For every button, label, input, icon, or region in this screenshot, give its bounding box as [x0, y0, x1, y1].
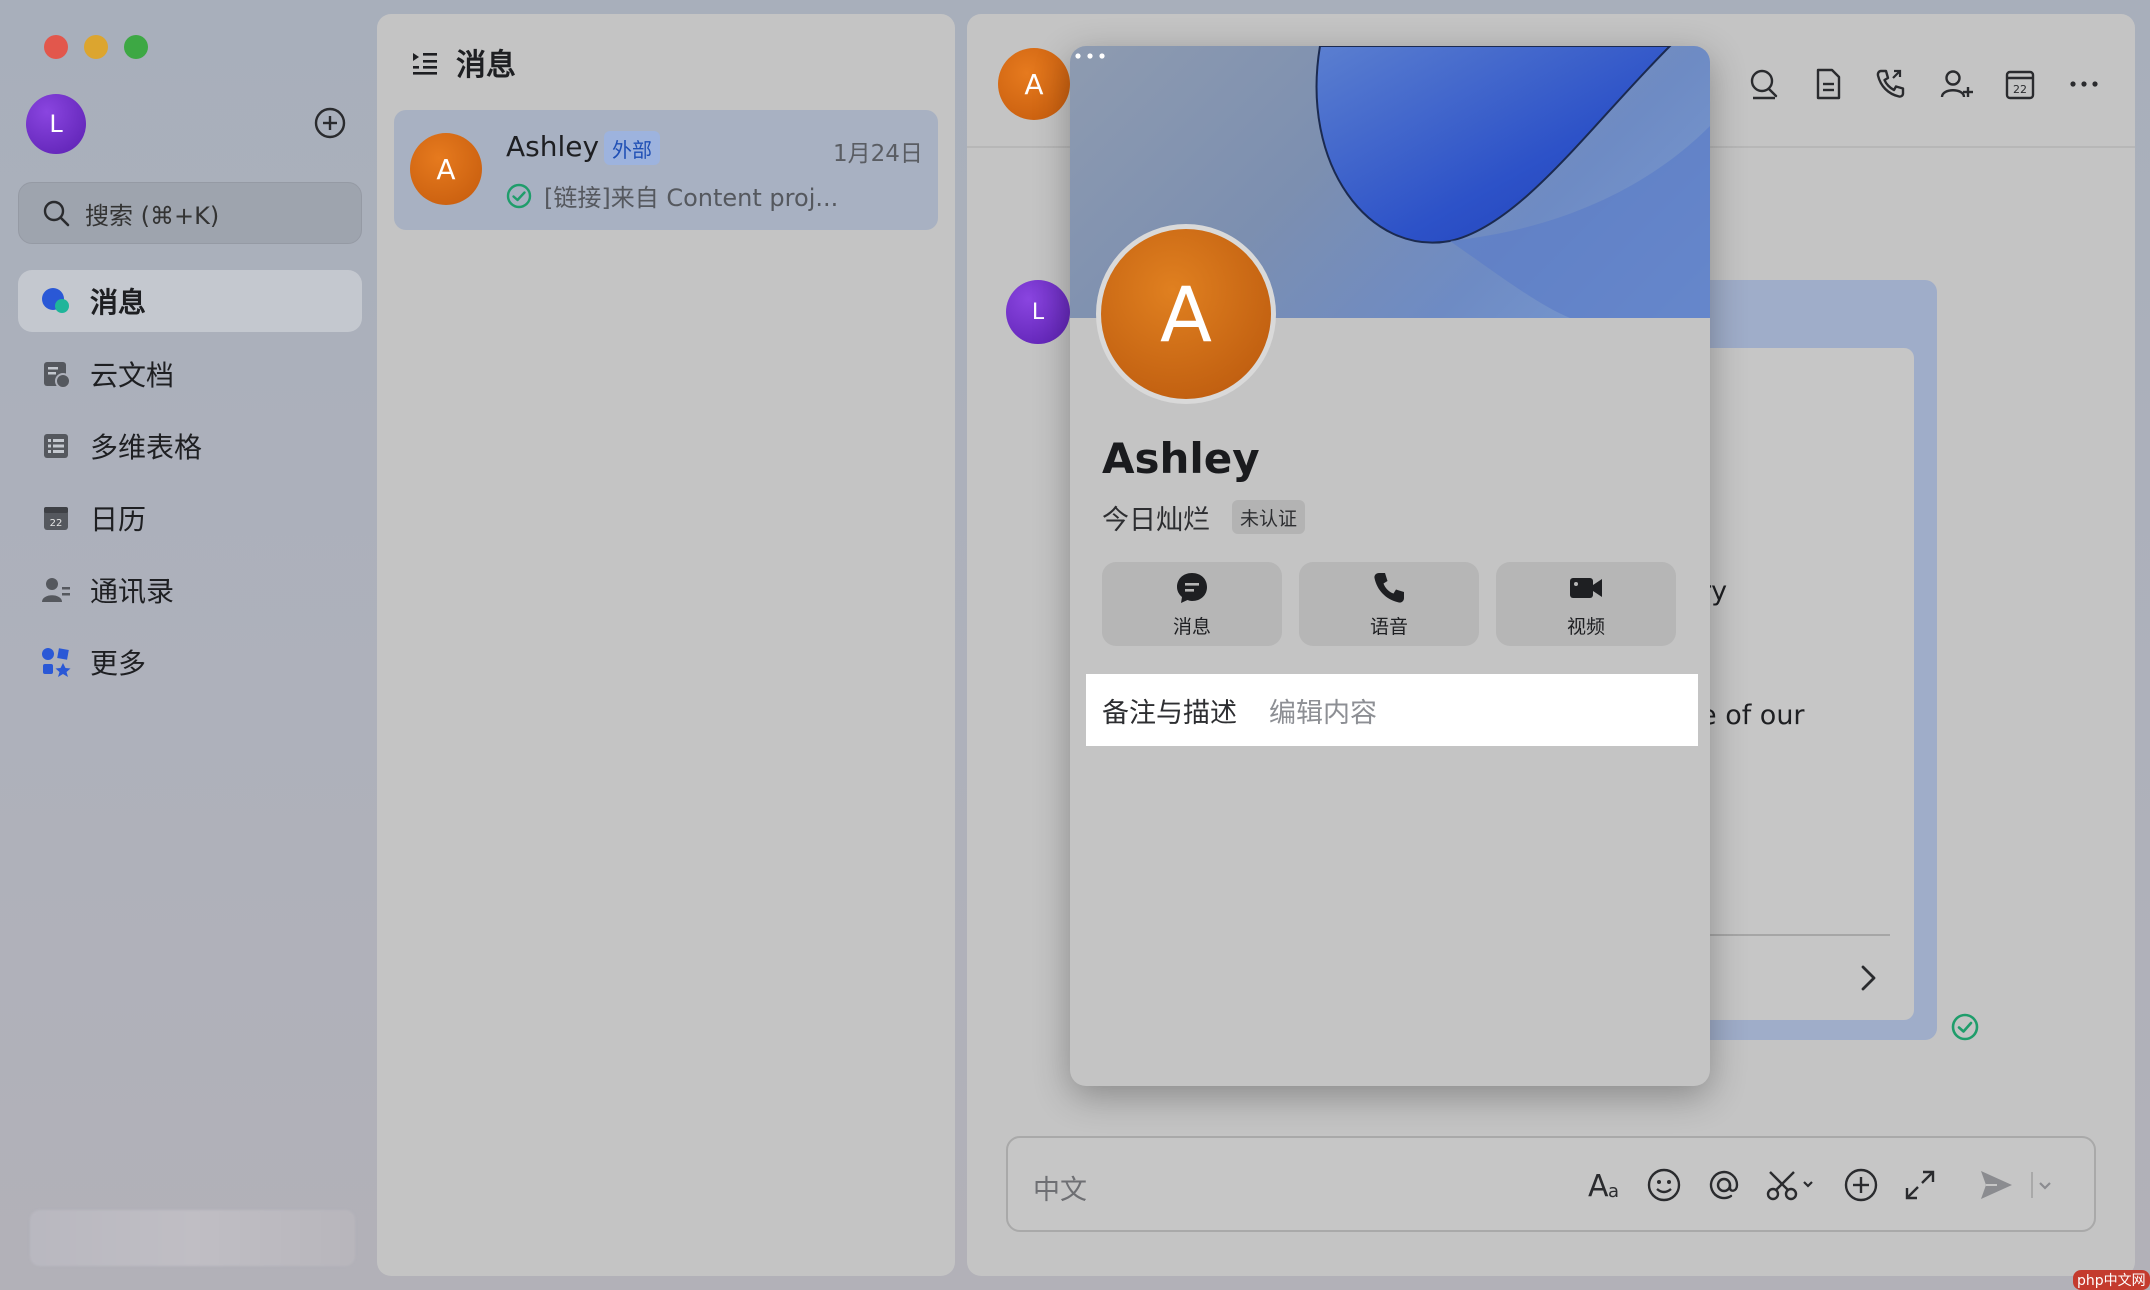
calendar-icon: 22: [40, 502, 72, 534]
search-input[interactable]: 搜索 (⌘+K): [18, 182, 362, 244]
message-card-body: [1690, 348, 1914, 1020]
profile-avatar-letter: A: [1160, 269, 1212, 359]
add-attachment-icon[interactable]: [1842, 1166, 1880, 1204]
contacts-icon: [40, 574, 72, 606]
sidebar-item-label: 更多: [90, 647, 147, 680]
profile-video-button[interactable]: 视频: [1496, 562, 1676, 646]
profile-signature: 今日灿烂: [1102, 505, 1210, 536]
svg-text:a: a: [1608, 1181, 1619, 1202]
calendar-icon[interactable]: 22: [2002, 66, 2038, 102]
site-watermark: php中文网: [2073, 1270, 2150, 1290]
note-description-row[interactable]: 备注与描述 编辑内容: [1086, 674, 1698, 746]
sidebar-item-messages[interactable]: 消息: [18, 270, 362, 332]
profile-video-label: 视频: [1566, 615, 1605, 638]
add-member-icon[interactable]: [1938, 66, 1974, 102]
calendar-day-text: 22: [2013, 83, 2027, 96]
add-circle-icon[interactable]: [313, 106, 347, 140]
profile-voice-label: 语音: [1369, 615, 1408, 638]
conversation-list-header: 消息: [410, 40, 516, 84]
message-sender-avatar-letter: L: [1031, 299, 1045, 325]
sidebar-item-label: 消息: [90, 286, 147, 319]
edit-note-link[interactable]: 编辑内容: [1269, 691, 1377, 730]
unverified-badge: 未认证: [1232, 500, 1306, 534]
collapse-list-icon[interactable]: [410, 47, 440, 77]
sidebar-item-more[interactable]: 更多: [18, 631, 362, 693]
message-card-text-fragment: e of our: [1700, 700, 1805, 731]
expand-icon[interactable]: [1901, 1166, 1939, 1204]
message-card-divider: [1690, 934, 1890, 936]
search-placeholder: 搜索 (⌘+K): [85, 201, 220, 230]
sidebar-item-label: 通讯录: [90, 575, 175, 608]
sidebar-item-docs[interactable]: 云文档: [18, 343, 362, 405]
profile-name: Ashley: [1102, 434, 1260, 483]
conversation-avatar-letter: A: [436, 152, 456, 186]
screenshot-scissors-icon[interactable]: [1764, 1166, 1818, 1204]
profile-avatar[interactable]: A: [1096, 224, 1276, 404]
note-description-label: 备注与描述: [1102, 697, 1237, 729]
chat-header-avatar[interactable]: A: [998, 48, 1070, 120]
call-icon[interactable]: [1873, 66, 1909, 102]
more-icon[interactable]: [2066, 66, 2102, 102]
conversation-preview-text: [链接]来自 Content proj...: [544, 184, 839, 212]
svg-text:A: A: [1588, 1169, 1609, 1204]
base-table-icon: [40, 430, 72, 462]
chat-bubble-icon: [40, 285, 72, 317]
conversation-name: Ashley: [506, 130, 600, 163]
send-options-chevron-icon[interactable]: [2030, 1166, 2054, 1204]
zoom-window-button[interactable]: [124, 35, 148, 59]
profile-more-icon[interactable]: [1070, 46, 1110, 66]
sidebar-item-contacts[interactable]: 通讯录: [18, 559, 362, 621]
search-icon[interactable]: [1746, 66, 1782, 102]
conversation-avatar[interactable]: A: [410, 133, 482, 205]
sidebar-item-calendar[interactable]: 22 日历: [18, 487, 362, 549]
send-icon[interactable]: [1977, 1166, 2015, 1204]
close-window-button[interactable]: [44, 35, 68, 59]
minimize-window-button[interactable]: [84, 35, 108, 59]
calendar-day-text: 22: [50, 518, 63, 529]
user-avatar-letter: L: [49, 110, 63, 138]
conversation-list-title: 消息: [456, 48, 516, 83]
read-check-icon: [1951, 1013, 1979, 1041]
blurred-status-area: [30, 1210, 355, 1266]
chevron-right-icon[interactable]: [1856, 962, 1880, 994]
cloud-doc-icon: [40, 358, 72, 390]
more-apps-icon: [40, 646, 72, 678]
chat-header-avatar-letter: A: [1024, 67, 1044, 101]
profile-message-button[interactable]: 消息: [1102, 562, 1282, 646]
profile-message-label: 消息: [1172, 615, 1211, 638]
search-icon: [43, 200, 70, 227]
message-sender-avatar[interactable]: L: [1006, 280, 1070, 344]
mention-icon[interactable]: [1705, 1166, 1743, 1204]
conversation-preview: [链接]来自 Content proj...: [506, 178, 838, 213]
sidebar-item-label: 云文档: [90, 359, 175, 392]
doc-icon[interactable]: [1810, 66, 1846, 102]
message-icon: [1177, 572, 1207, 603]
profile-voice-button[interactable]: 语音: [1299, 562, 1479, 646]
video-icon: [1570, 577, 1602, 598]
external-badge: 外部: [604, 131, 660, 165]
conversation-date: 1月24日: [833, 141, 923, 167]
emoji-icon[interactable]: [1645, 1166, 1683, 1204]
user-avatar[interactable]: L: [26, 94, 86, 154]
profile-card-popup: A Ashley 今日灿烂 未认证 消息 语音 视频 备注与描述 编辑内容: [1070, 46, 1710, 1086]
composer-input[interactable]: 中文: [1033, 1168, 1087, 1207]
app-window: L 搜索 (⌘+K) 消息 云文档 多维表格 22 日历 通讯录 更多 消息 A…: [0, 0, 2150, 1290]
read-check-icon: [506, 183, 532, 208]
phone-icon: [1374, 572, 1404, 603]
sidebar-item-label: 日历: [90, 503, 147, 536]
sidebar-item-label: 多维表格: [90, 431, 203, 464]
sidebar-item-base[interactable]: 多维表格: [18, 415, 362, 477]
text-format-icon[interactable]: A a: [1586, 1166, 1624, 1204]
